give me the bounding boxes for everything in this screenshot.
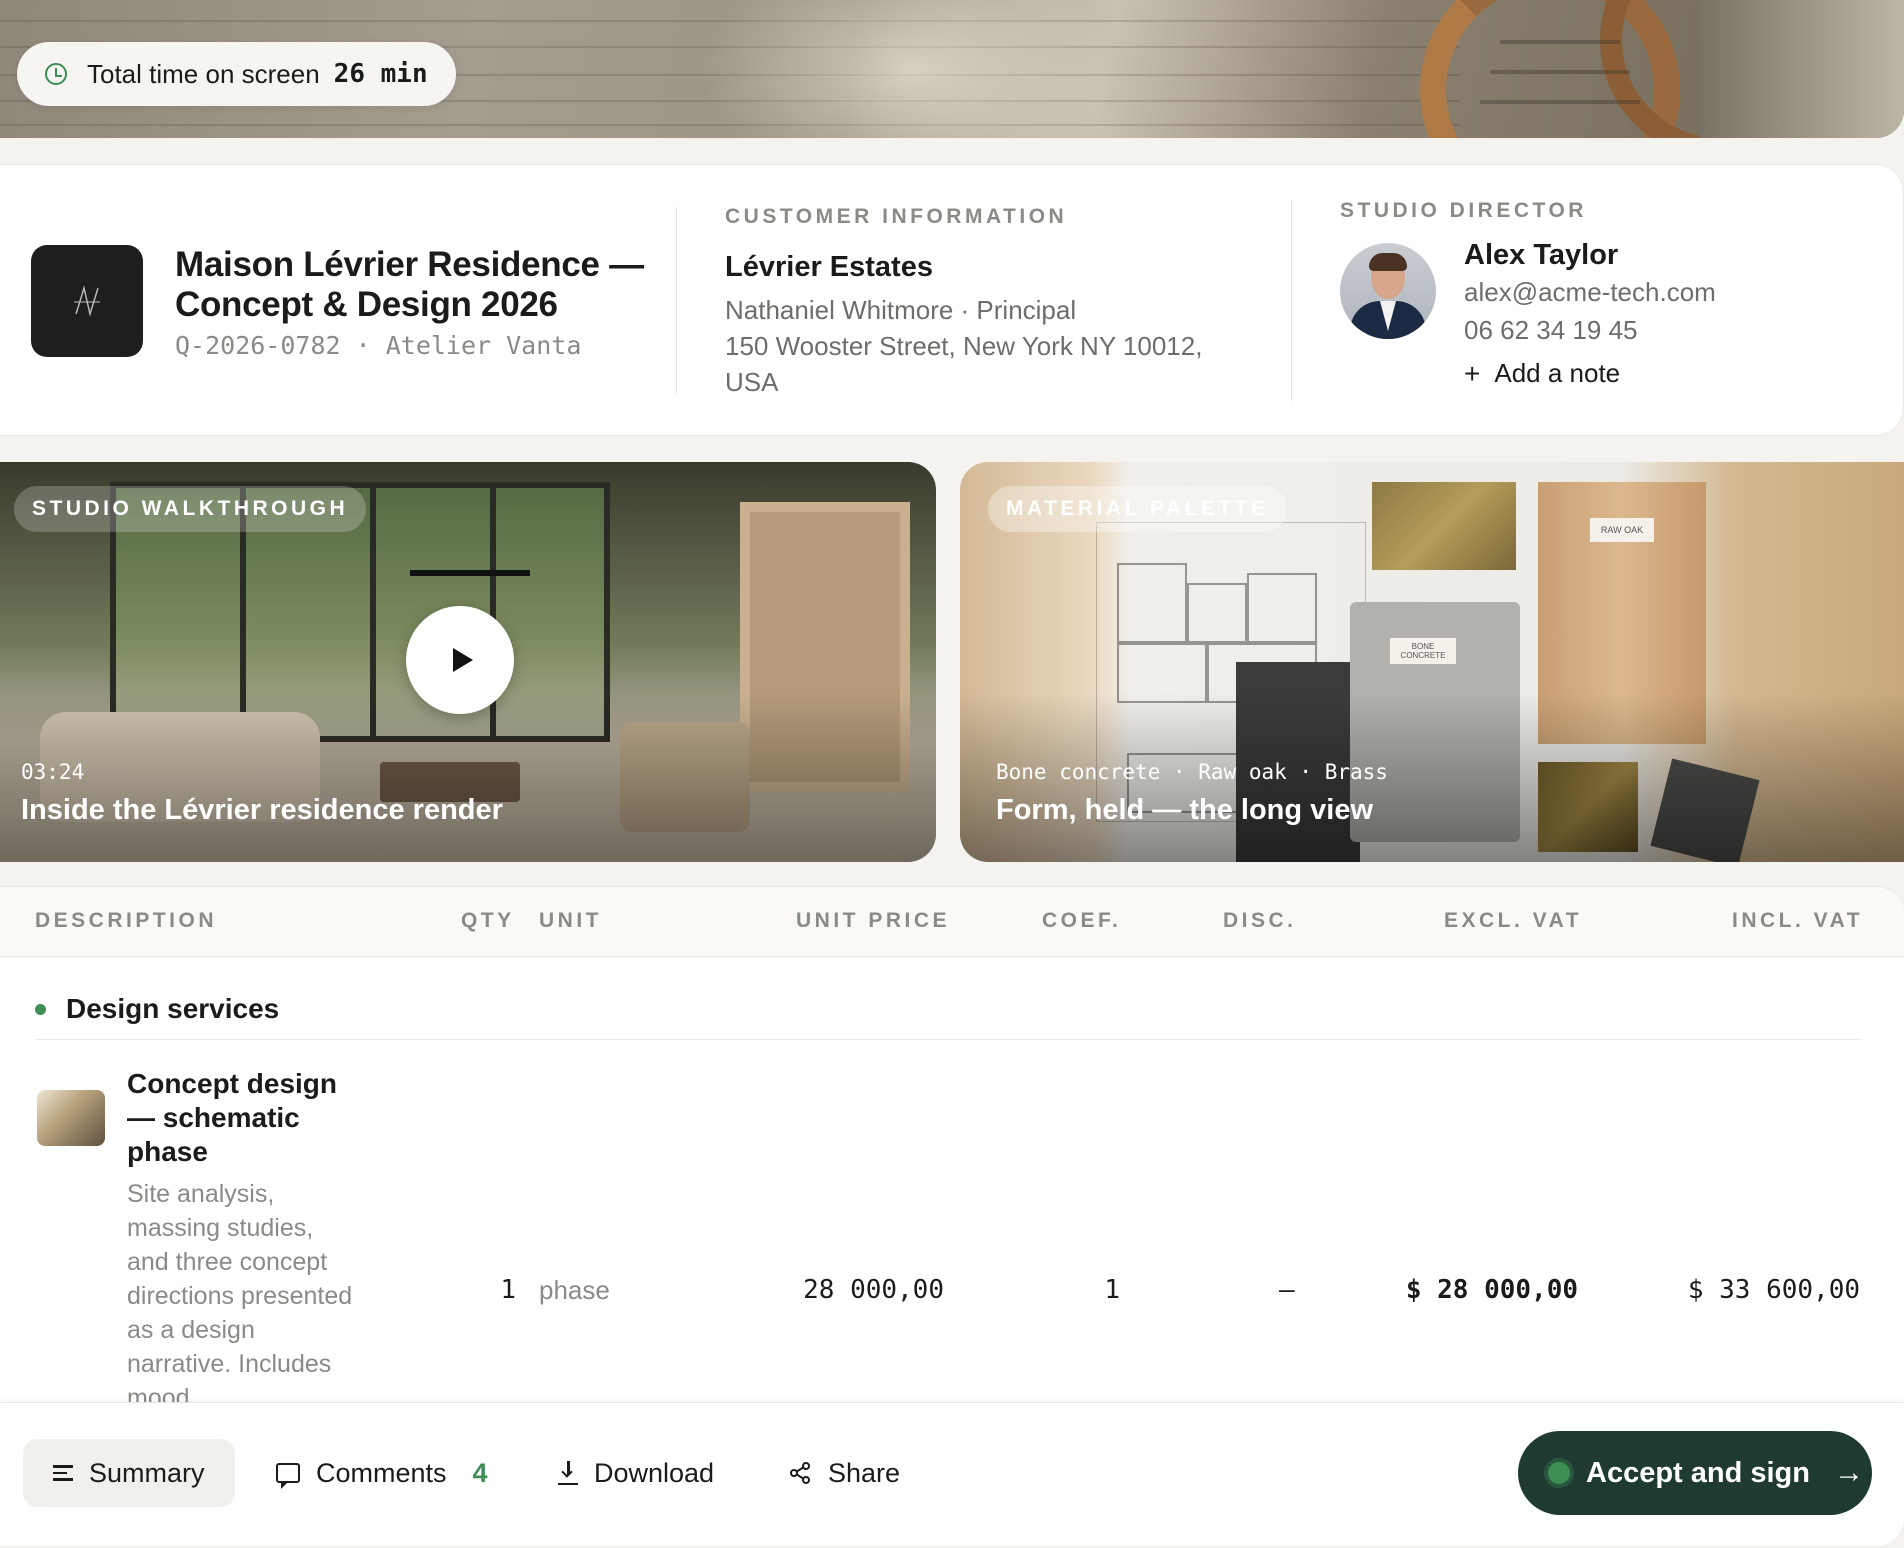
col-unit: UNIT [539,909,602,932]
comments-label: Comments [316,1457,447,1488]
project-title: Maison Lévrier Residence — Concept & Des… [175,245,644,324]
monogram-icon [74,285,100,317]
director-name: Alex Taylor [1464,239,1619,271]
customer-heading: CUSTOMER INFORMATION [725,205,1068,228]
add-note-button[interactable]: + Add a note [1464,358,1716,389]
screen-time-value: 26 min [333,59,428,89]
item-discount: — [1279,1275,1295,1305]
media-tag: STUDIO WALKTHROUGH [14,486,367,532]
accept-label: Accept and sign [1586,1456,1810,1489]
project-reference: Q-2026-0782 · Atelier Vanta [175,331,582,360]
add-note-label: Add a note [1494,358,1621,388]
section-header: Design services [35,993,279,1025]
col-coef: COEF. [1042,909,1122,932]
section-title: Design services [66,993,280,1024]
quote-line-items: DESCRIPTION QTY UNIT UNIT PRICE COEF. DI… [0,886,1904,1426]
col-excl-vat: EXCL. VAT [1444,909,1583,932]
share-button[interactable]: Share [758,1439,930,1507]
material-list: Bone concrete · Raw oak · Brass [996,760,1388,784]
col-description: DESCRIPTION [35,909,218,932]
walkthrough-video-card[interactable]: STUDIO WALKTHROUGH 03:24 Inside the Lévr… [0,462,936,862]
customer-company: Lévrier Estates [725,251,933,283]
customer-address-line1: 150 Wooster Street, New York NY 10012, [725,331,1203,361]
media-tag: MATERIAL PALETTE [988,486,1287,532]
download-label: Download [594,1457,715,1488]
play-icon[interactable] [406,606,514,714]
share-icon [788,1461,812,1485]
item-qty: 1 [500,1275,516,1305]
studio-logo [31,245,143,357]
director-heading: STUDIO DIRECTOR [1340,199,1587,222]
summary-button[interactable]: Summary [23,1439,235,1507]
comments-count-badge: 4 [472,1457,488,1488]
share-label: Share [828,1457,901,1488]
customer-contact: Nathaniel Whitmore · Principal [725,295,1077,325]
item-coef: 1 [1104,1275,1120,1305]
download-button[interactable]: Download [528,1439,744,1507]
item-incl-vat: $ 33 600,00 [1687,1275,1860,1305]
screen-time-pill: Total time on screen 26 min [17,42,456,106]
col-disc: DISC. [1223,909,1297,932]
item-excl-vat: $ 28 000,00 [1405,1275,1578,1305]
quote-header-card: Maison Lévrier Residence — Concept & Des… [0,164,1904,436]
col-qty: QTY [461,909,515,932]
item-unit-price: 28 000,00 [803,1275,944,1305]
action-bar: Summary Comments 4 Download Share Accept… [0,1402,1904,1546]
divider [1291,201,1292,401]
media-title: Inside the Lévrier residence render [21,794,503,826]
arrow-right-icon: → [1834,1456,1864,1489]
studio-director: STUDIO DIRECTOR Alex Taylor alex@acme-te… [1340,199,1860,388]
menu-lines-icon [53,1465,73,1481]
summary-label: Summary [89,1457,205,1488]
hero-banner-image: Total time on screen 26 min [0,0,1904,138]
comments-button[interactable]: Comments 4 [246,1439,518,1507]
status-dot [1548,1462,1570,1484]
oak-label: RAW OAK [1590,518,1654,542]
comment-icon [276,1463,300,1489]
item-unit: phase [539,1275,610,1305]
status-dot [35,1003,46,1015]
video-duration: 03:24 [21,760,85,784]
media-title: Form, held — the long view [996,794,1374,826]
concrete-label: BONE CONCRETE [1390,638,1456,664]
director-email[interactable]: alex@acme-tech.com [1464,274,1716,310]
director-phone[interactable]: 06 62 34 19 45 [1464,312,1716,348]
divider [676,207,677,395]
item-thumbnail [37,1090,105,1146]
customer-address-line2: USA [725,367,779,397]
accept-and-sign-button[interactable]: Accept and sign → [1518,1431,1872,1515]
table-header: DESCRIPTION QTY UNIT UNIT PRICE COEF. DI… [0,887,1904,957]
customer-info: CUSTOMER INFORMATION Lévrier Estates Nat… [725,205,1245,400]
col-unit-price: UNIT PRICE [796,909,951,932]
avatar [1340,243,1436,339]
item-description: Site analysis, massing studies, and thre… [127,1180,353,1412]
download-icon [558,1461,578,1485]
item-name: Concept design — schematic phase [127,1068,338,1167]
screen-time-label: Total time on screen [87,58,320,89]
plus-icon: + [1464,357,1481,389]
col-incl-vat: INCL. VAT [1732,909,1864,932]
clock-icon [45,63,67,85]
material-palette-card[interactable]: RAW OAK BONE CONCRETE MATERIAL PALETTE B… [960,462,1904,862]
